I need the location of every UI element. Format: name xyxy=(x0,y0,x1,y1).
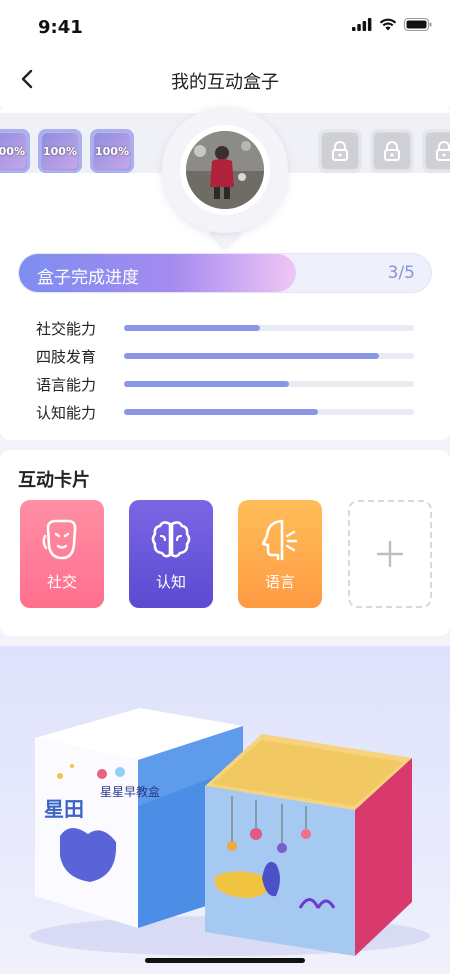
skill-track xyxy=(124,325,414,331)
gift-box-illustration: 星田 星星早教盒 xyxy=(30,708,430,956)
completed-badge[interactable]: 100% xyxy=(38,129,82,173)
box-title-text: 星星早教盒 xyxy=(100,784,160,799)
lock-icon xyxy=(436,141,450,161)
skill-fill xyxy=(124,409,319,415)
card-label: 社交 xyxy=(46,573,77,591)
lock-icon xyxy=(332,141,348,161)
box-summary-card: 100% 100% 100% xyxy=(0,103,450,440)
interactive-cards-section: 互动卡片 社交 认知 语言 xyxy=(0,450,450,636)
skill-fill xyxy=(124,325,261,331)
skill-name: 社交能力 xyxy=(36,320,97,338)
locked-badge[interactable] xyxy=(370,129,414,173)
skill-track xyxy=(124,409,414,415)
page-title: 我的互动盒子 xyxy=(171,72,279,93)
add-card-button[interactable] xyxy=(348,500,432,608)
skill-name: 四肢发育 xyxy=(36,348,97,366)
skill-row: 认知能力 xyxy=(36,402,416,422)
card-label: 认知 xyxy=(155,573,186,591)
skill-row: 社交能力 xyxy=(36,318,416,338)
skill-row: 语言能力 xyxy=(36,374,416,394)
battery-icon xyxy=(404,18,432,31)
skill-row: 四肢发育 xyxy=(36,346,416,366)
box-brand-text: 星田 xyxy=(44,797,84,821)
nav-bar: 我的互动盒子 xyxy=(0,54,450,106)
mask-face-icon xyxy=(42,519,77,560)
skill-track xyxy=(124,353,414,359)
locked-badge[interactable] xyxy=(318,129,362,173)
brain-icon xyxy=(151,521,191,558)
skill-track xyxy=(124,381,414,387)
wifi-icon xyxy=(379,18,397,31)
completed-badge[interactable]: 100% xyxy=(90,129,134,173)
card-label: 语言 xyxy=(264,573,295,591)
box-progress-count: 3/5 xyxy=(387,263,415,283)
card-social[interactable]: 社交 xyxy=(20,500,104,608)
child-avatar-photo[interactable] xyxy=(186,131,264,209)
section-title: 互动卡片 xyxy=(18,470,90,491)
speaking-face-icon xyxy=(261,519,298,561)
plus-icon xyxy=(376,540,404,568)
skill-fill xyxy=(124,381,290,387)
home-indicator xyxy=(145,958,305,963)
card-cognition[interactable]: 认知 xyxy=(129,500,213,608)
lock-icon xyxy=(384,141,400,161)
avatar-frame xyxy=(162,107,288,233)
box-progress-bar: 盒子完成进度 3/5 xyxy=(18,253,432,293)
skill-name: 认知能力 xyxy=(36,404,97,422)
skill-fill xyxy=(124,353,380,359)
status-time: 9:41 xyxy=(38,17,83,38)
skill-name: 语言能力 xyxy=(36,376,97,394)
status-icons xyxy=(352,18,432,31)
avatar-image xyxy=(186,131,264,209)
locked-badge[interactable] xyxy=(422,129,450,173)
completed-badge[interactable]: 100% xyxy=(0,129,30,173)
box-progress-label: 盒子完成进度 xyxy=(37,268,139,288)
product-box-image[interactable]: 星田 星星早教盒 xyxy=(0,646,450,974)
signal-icon xyxy=(352,18,372,31)
card-language[interactable]: 语言 xyxy=(238,500,322,608)
status-bar: 9:41 xyxy=(0,0,450,54)
